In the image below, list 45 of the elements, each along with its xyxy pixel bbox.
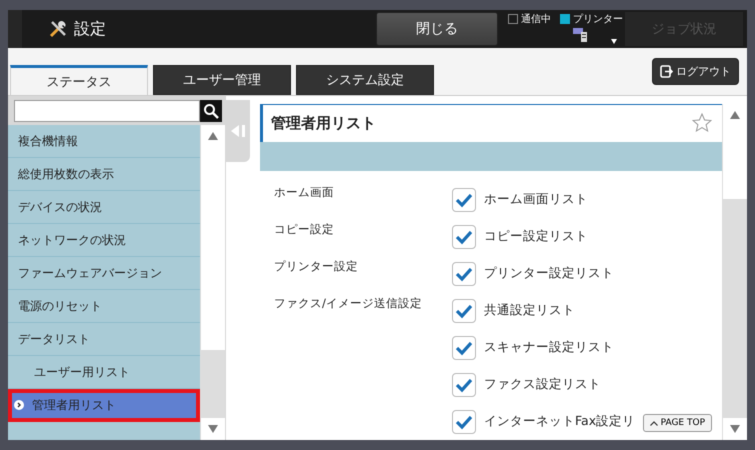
caret-icon[interactable] — [611, 39, 617, 44]
checkbox-label: コピー設定リスト — [484, 228, 588, 245]
checkbox[interactable] — [452, 336, 476, 360]
panel-title: 管理者用リスト — [271, 114, 376, 133]
checkbox-label: インターネットFax設定リ — [484, 413, 636, 430]
tab[interactable]: ステータス — [10, 65, 148, 95]
logout-icon — [660, 65, 673, 78]
scroll-down-icon[interactable] — [208, 425, 218, 433]
indicator-label: 通信中 — [521, 12, 551, 26]
checkbox[interactable] — [452, 372, 476, 396]
category-label: ファクス/イメージ送信設定 — [274, 295, 423, 312]
checkbox[interactable] — [452, 410, 476, 434]
category-label: コピー設定 — [274, 221, 335, 238]
checkbox[interactable] — [452, 262, 476, 286]
printer-icon[interactable] — [573, 28, 589, 42]
search-field[interactable] — [14, 100, 200, 122]
checkbox-label: プリンター設定リスト — [484, 265, 614, 282]
scroll-up-icon[interactable] — [730, 111, 740, 119]
sidebar-item[interactable]: 管理者用リスト — [8, 389, 200, 422]
search-button[interactable] — [200, 100, 222, 122]
checkbox[interactable] — [452, 298, 476, 322]
logout-button[interactable]: ログアウト — [652, 58, 739, 85]
checkbox-label: スキャナー設定リスト — [484, 339, 614, 356]
window-title: 設定 — [74, 18, 106, 40]
checkbox-label: ファクス設定リスト — [484, 376, 601, 393]
category-label: ホーム画面 — [274, 184, 335, 201]
checkbox-label: ホーム画面リスト — [484, 191, 588, 208]
checkbox[interactable] — [452, 224, 476, 248]
chevron-icon — [14, 400, 24, 410]
scrollbar[interactable] — [200, 125, 225, 440]
page-top-button[interactable]: PAGE TOP — [642, 414, 712, 432]
indicator-label: プリンター — [573, 12, 623, 26]
checkbox[interactable] — [452, 188, 476, 212]
tab[interactable]: ユーザー管理 — [153, 65, 291, 95]
close-button[interactable]: 閉じる — [376, 12, 498, 46]
category-label: プリンター設定 — [274, 258, 359, 275]
tools-icon — [48, 19, 68, 39]
scrollbar[interactable] — [722, 104, 747, 440]
checkbox-label: 共通設定リスト — [484, 302, 575, 319]
tab[interactable]: システム設定 — [296, 65, 434, 95]
collapse-handle[interactable] — [226, 100, 250, 162]
scroll-up-icon[interactable] — [208, 132, 218, 140]
scroll-down-icon[interactable] — [730, 425, 740, 433]
star-icon[interactable] — [692, 113, 712, 134]
chevron-up-icon — [650, 420, 658, 426]
